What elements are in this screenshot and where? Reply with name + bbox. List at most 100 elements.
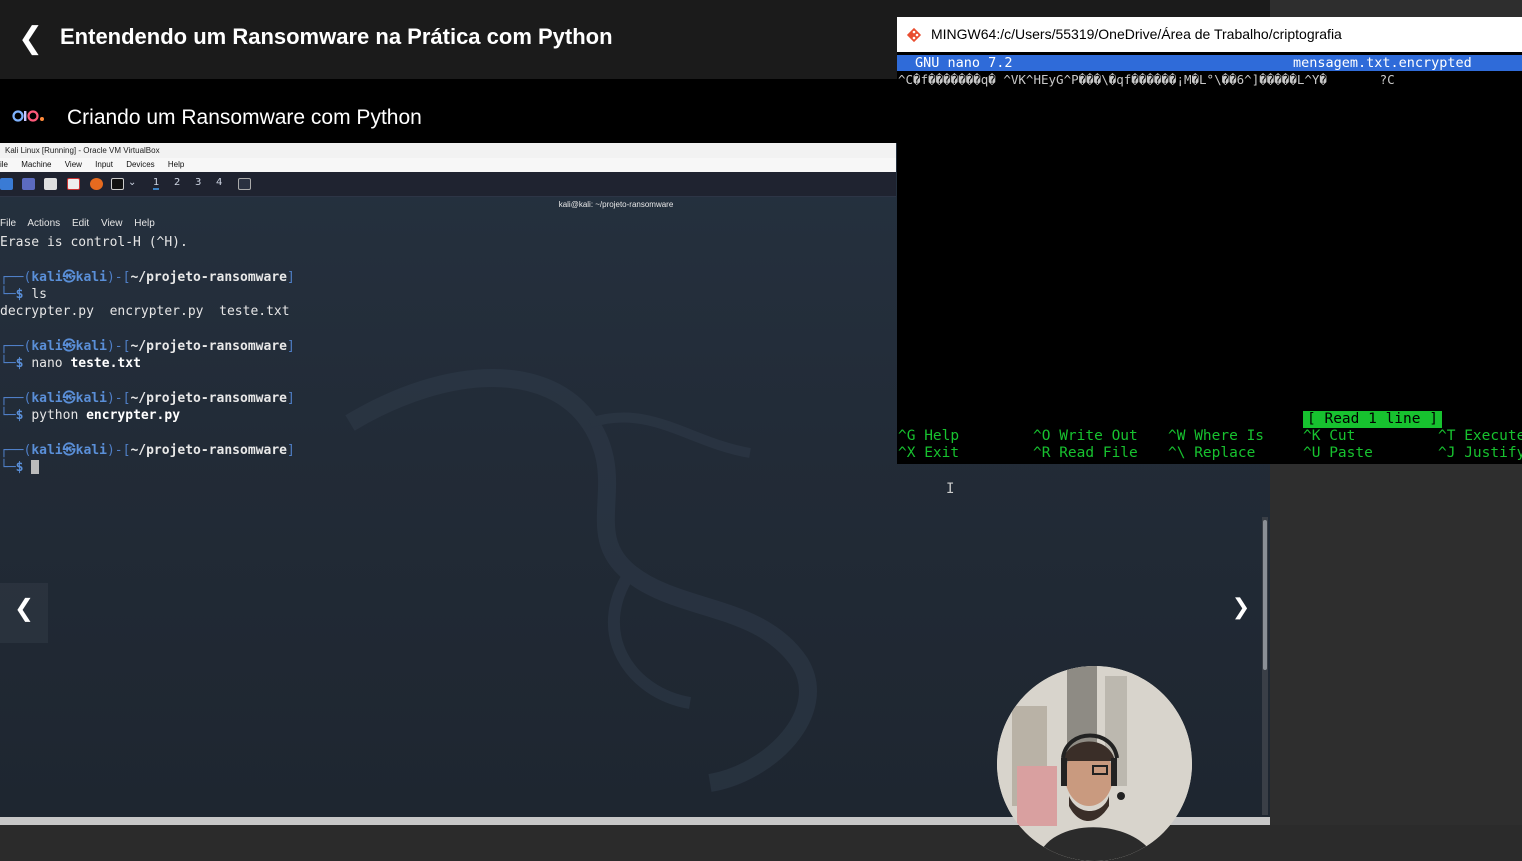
kali-taskbar: ⌄ 1 2 3 4 (0, 172, 896, 197)
vbox-menu-input[interactable]: Input (95, 160, 113, 169)
shortcut-label: Help (924, 428, 960, 444)
shortcut-label: Where Is (1194, 428, 1265, 444)
prompt-path: ~/projeto-ransomware (130, 390, 287, 406)
shortcut-label: Read File (1059, 445, 1138, 461)
prompt-sep: ㉿ (62, 269, 76, 285)
workspace-4[interactable]: 4 (216, 177, 222, 188)
terminal-menu-view[interactable]: View (101, 218, 123, 229)
dio-logo-icon (12, 110, 44, 122)
prompt-sep: ㉿ (62, 442, 76, 458)
vbox-menu-machine[interactable]: Machine (21, 160, 51, 169)
terminal-icon[interactable] (111, 178, 124, 190)
shortcut-key: ^O (1033, 428, 1051, 444)
kali-dragon-wallpaper-icon (345, 369, 817, 792)
file-manager-icon[interactable] (44, 178, 57, 190)
shortcut-help[interactable]: ^G Help (898, 428, 959, 445)
shortcut-label: Paste (1329, 445, 1373, 461)
course-title: Entendendo um Ransomware na Prática com … (60, 24, 613, 49)
prompt-sep: ㉿ (62, 390, 76, 406)
shortcut-where-is[interactable]: ^W Where Is (1168, 428, 1264, 445)
shortcut-write-out[interactable]: ^O Write Out (1033, 428, 1138, 445)
shortcut-key: ^R (1033, 445, 1051, 461)
shortcut-key: ^K (1303, 428, 1321, 444)
prompt-path: ~/projeto-ransomware (130, 442, 287, 458)
shortcut-execute[interactable]: ^T Execute (1438, 428, 1522, 445)
shortcut-label: Execute (1464, 428, 1522, 444)
shortcut-paste[interactable]: ^U Paste (1303, 445, 1373, 462)
prompt-user: kali (31, 269, 63, 285)
prompt-host: kali (75, 269, 107, 285)
vbox-menu-file[interactable]: ile (0, 160, 8, 169)
mingw-window-title: MINGW64:/c/Users/55319/OneDrive/Área de … (931, 26, 1342, 42)
command-ls: ls (31, 286, 47, 302)
vbox-menubar: ile Machine View Input Devices Help (0, 158, 896, 172)
terminal-menu-file[interactable]: File (0, 218, 16, 229)
vbox-menu-help[interactable]: Help (168, 160, 184, 169)
nano-shortcut-bar: ^G Help ^O Write Out ^W Where Is ^K Cut … (897, 428, 1522, 464)
erase-line: Erase is control-H (^H). (0, 235, 188, 250)
shortcut-replace[interactable]: ^\ Replace (1168, 445, 1255, 462)
shortcut-read-file[interactable]: ^R Read File (1033, 445, 1138, 462)
vbox-menu-view[interactable]: View (65, 160, 82, 169)
shortcut-label: Cut (1329, 428, 1356, 444)
command-nano-arg: teste.txt (70, 356, 141, 372)
shortcut-label: Write Out (1059, 428, 1138, 444)
scrollbar-thumb[interactable] (1263, 520, 1267, 670)
prompt-user: kali (31, 442, 63, 458)
shortcut-key: ^X (898, 445, 916, 461)
terminal-menu-actions[interactable]: Actions (27, 218, 60, 229)
back-chevron-icon[interactable]: ❮ (18, 22, 43, 56)
prompt-host: kali (75, 338, 107, 354)
nano-header: GNU nano 7.2 mensagem.txt.encrypted (897, 55, 1522, 71)
command-python-arg: encrypter.py (86, 407, 181, 423)
shortcut-label: Justify (1464, 445, 1522, 461)
shortcut-cut[interactable]: ^K Cut (1303, 428, 1355, 445)
prompt-path: ~/projeto-ransomware (130, 269, 287, 285)
shortcut-key: ^T (1438, 428, 1456, 444)
nano-version: GNU nano 7.2 (915, 55, 1013, 71)
shortcut-key: ^G (898, 428, 916, 444)
chevron-down-icon[interactable]: ⌄ (128, 177, 136, 188)
active-terminal-task-icon[interactable] (238, 178, 251, 190)
workspace-3[interactable]: 3 (195, 177, 201, 188)
lesson-title: Criando um Ransomware com Python (67, 106, 422, 129)
vbox-menu-devices[interactable]: Devices (126, 160, 154, 169)
prompt-host: kali (75, 390, 107, 406)
presenter-image (997, 666, 1192, 861)
terminal-cursor (31, 460, 40, 475)
shortcut-exit[interactable]: ^X Exit (898, 445, 959, 462)
nano-status: [ Read 1 line ] (1303, 411, 1442, 428)
shortcut-justify[interactable]: ^J Justify (1438, 445, 1522, 462)
terminal-menu-help[interactable]: Help (134, 218, 155, 229)
prompt-user: kali (31, 338, 63, 354)
kali-menu-icon[interactable] (0, 178, 13, 190)
shortcut-label: Exit (924, 445, 960, 461)
terminal-menubar: File Actions Edit View Help (0, 218, 164, 229)
terminal-menu-edit[interactable]: Edit (72, 218, 89, 229)
git-icon (906, 27, 922, 43)
prompt-host: kali (75, 442, 107, 458)
desktop-icon[interactable] (22, 178, 35, 190)
previous-video-chevron-icon[interactable]: ❮ (0, 583, 48, 643)
webcam-presenter-video (997, 666, 1192, 861)
text-cursor-icon: I (946, 481, 955, 497)
command-nano: nano (31, 356, 63, 372)
command-python: python (31, 407, 79, 423)
nano-file-content[interactable]: ^C�f�������q� ^VK^HEyG^P���\�qf������¡M�… (898, 72, 1395, 88)
workspace-2[interactable]: 2 (174, 177, 180, 188)
shortcut-key: ^U (1303, 445, 1321, 461)
prompt-path: ~/projeto-ransomware (130, 338, 287, 354)
firefox-icon[interactable] (90, 178, 103, 190)
shortcut-key: ^J (1438, 445, 1456, 461)
mingw-titlebar[interactable]: MINGW64:/c/Users/55319/OneDrive/Área de … (897, 17, 1522, 52)
mingw-terminal-window[interactable]: MINGW64:/c/Users/55319/OneDrive/Área de … (897, 17, 1522, 464)
shortcut-key: ^\ (1168, 445, 1186, 461)
ls-output: decrypter.py encrypter.py teste.txt (0, 304, 290, 320)
text-editor-icon[interactable] (67, 178, 80, 190)
prompt-sep: ㉿ (62, 338, 76, 354)
workspace-1[interactable]: 1 (153, 177, 160, 190)
nano-filename: mensagem.txt.encrypted (1293, 55, 1472, 71)
vbox-window-title: Kali Linux [Running] - Oracle VM Virtual… (0, 143, 896, 158)
shortcut-key: ^W (1168, 428, 1186, 444)
terminal-output[interactable]: Erase is control-H (^H). ┌──(kali㉿kali)-… (0, 234, 295, 476)
